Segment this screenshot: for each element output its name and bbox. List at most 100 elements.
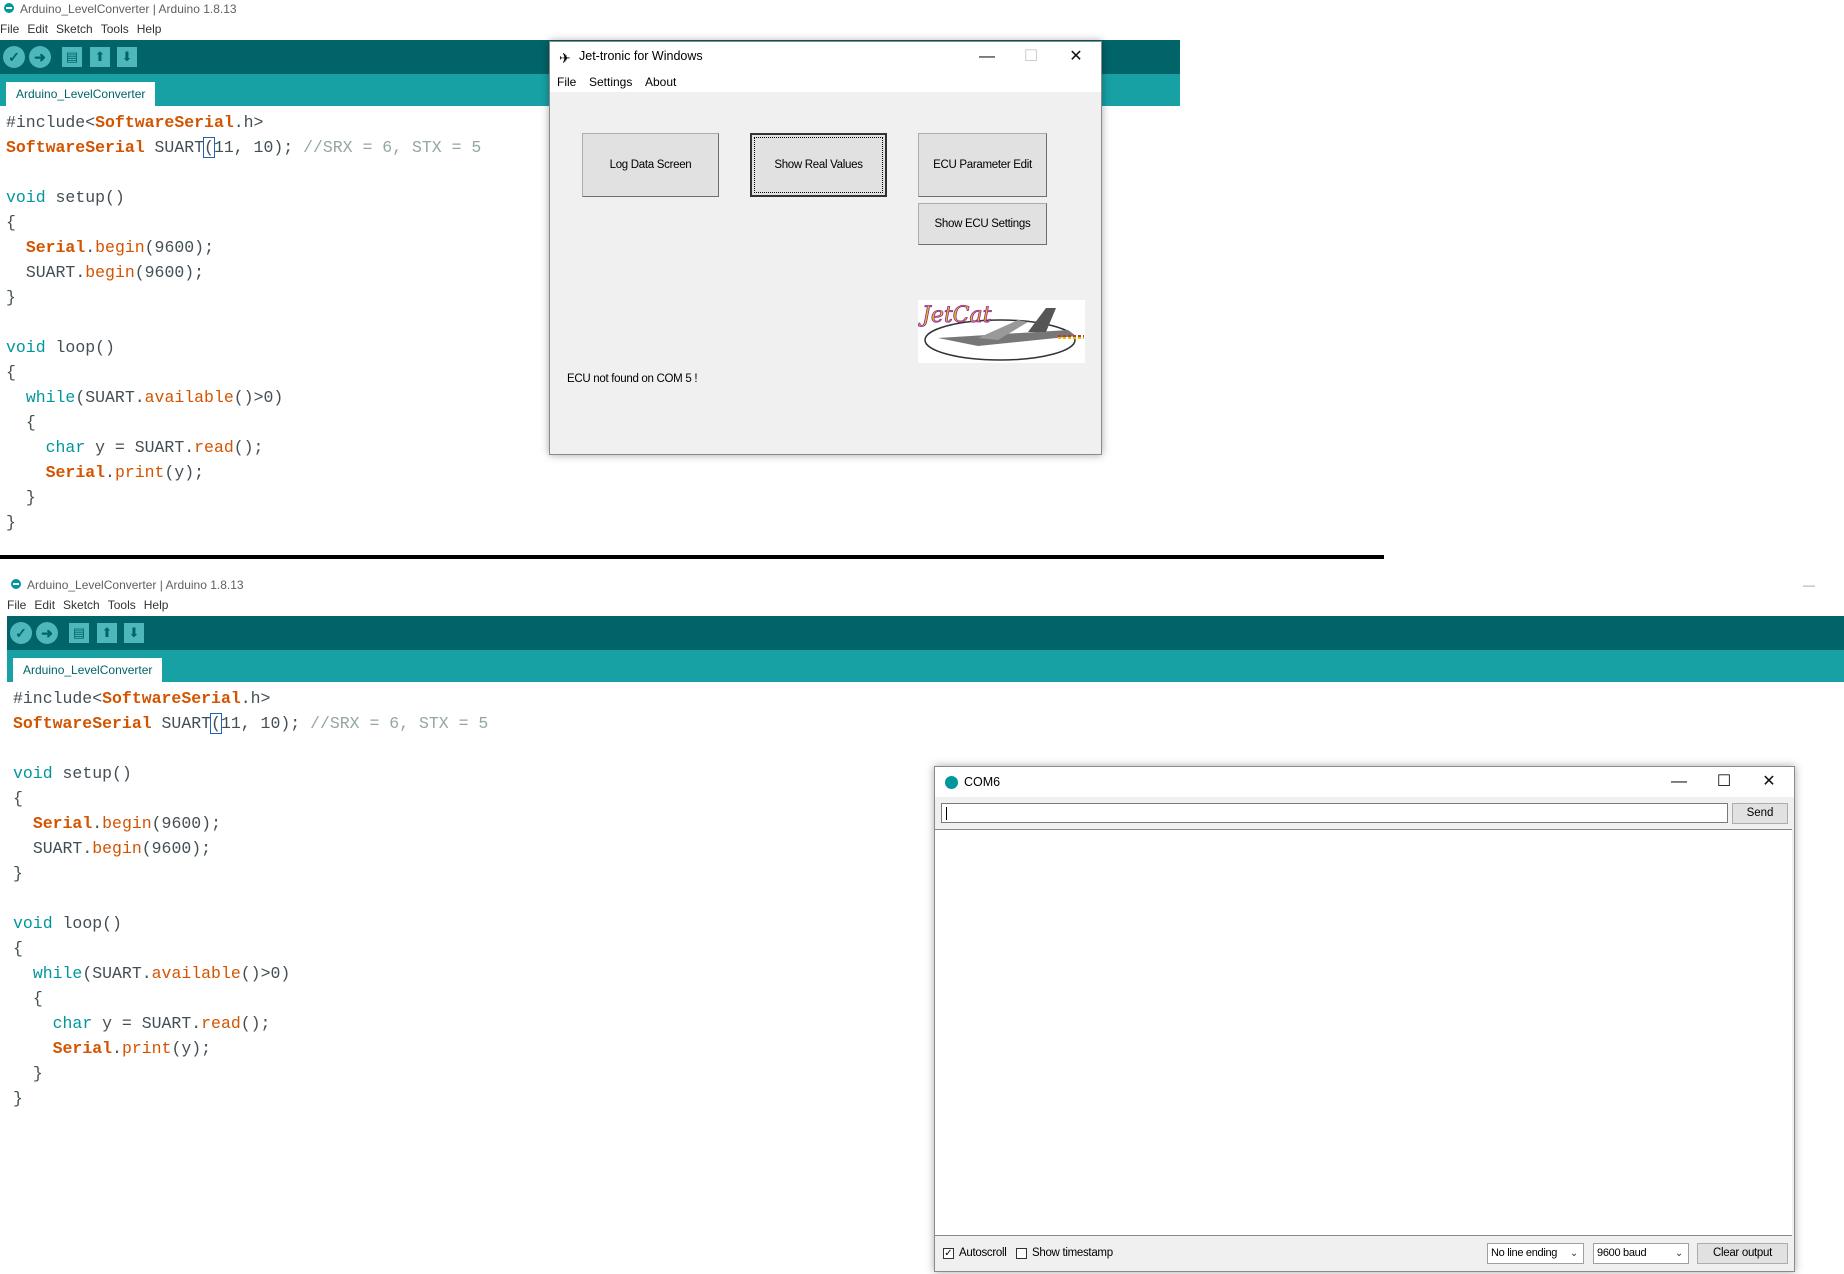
code-line: { — [25, 413, 36, 432]
baud-rate-value: 9600 baud — [1597, 1247, 1647, 1259]
menu-edit[interactable]: Edit — [27, 22, 48, 36]
screenshot-divider — [0, 555, 1384, 559]
ecu-parameter-edit-button[interactable]: ECU Parameter Edit — [918, 133, 1047, 197]
code-line: Serial.print(y); — [52, 1039, 212, 1058]
minimize-icon[interactable]: — — [1803, 576, 1815, 594]
menu-help[interactable]: Help — [144, 598, 169, 612]
menu-file[interactable]: File — [0, 22, 19, 36]
code-line: } — [6, 288, 16, 307]
close-icon[interactable]: ✕ — [1754, 771, 1784, 793]
menu-tools[interactable]: Tools — [101, 22, 129, 36]
clear-output-button[interactable]: Clear output — [1697, 1243, 1788, 1264]
open-icon[interactable]: ⬆ — [90, 47, 110, 67]
code-line: } — [13, 864, 23, 883]
upload-icon[interactable]: ➜ — [36, 622, 58, 644]
code-line: { — [13, 939, 23, 958]
jettronic-titlebar: ✈ Jet-tronic for Windows — ☐ ✕ — [550, 42, 1101, 72]
show-timestamp-label: Show timestamp — [1032, 1247, 1113, 1259]
code-line: Serial.print(y); — [45, 463, 205, 482]
tab-sketch[interactable]: Arduino_LevelConverter — [6, 82, 156, 106]
jetcat-logo: JetCat — [918, 300, 1085, 363]
code-line: } — [13, 1089, 23, 1108]
code-line: while(SUART.available()>0) — [25, 388, 284, 407]
text-caret — [946, 807, 947, 820]
line-ending-value: No line ending — [1491, 1247, 1558, 1259]
open-icon[interactable]: ⬆ — [97, 623, 117, 643]
close-icon[interactable]: ✕ — [1061, 46, 1091, 68]
menu-help[interactable]: Help — [137, 22, 162, 36]
code-line: } — [32, 1064, 43, 1083]
code-line: SUART.begin(9600); — [25, 263, 205, 282]
minimize-icon[interactable]: — — [972, 46, 1002, 68]
code-line: void setup() — [13, 764, 132, 783]
code-line: } — [25, 488, 36, 507]
jt-menu-about[interactable]: About — [645, 72, 676, 92]
arduino-logo-icon — [11, 579, 21, 589]
save-icon[interactable]: ⬇ — [124, 623, 144, 643]
serial-input[interactable] — [941, 803, 1728, 823]
autoscroll-checkbox[interactable]: ✓ — [943, 1248, 954, 1259]
code-line: SoftwareSerial SUART(11, 10); //SRX = 6,… — [13, 713, 489, 734]
plane-icon: ✈ — [559, 50, 571, 66]
menu-sketch[interactable]: Sketch — [56, 22, 93, 36]
code-editor[interactable]: #include<SoftwareSerial.h> SoftwareSeria… — [13, 686, 488, 1111]
chevron-down-icon: ⌄ — [1569, 1248, 1578, 1259]
send-button[interactable]: Send — [1732, 803, 1788, 824]
code-line: #include<SoftwareSerial.h> — [13, 689, 271, 708]
jettronic-title: Jet-tronic for Windows — [579, 49, 703, 63]
log-data-screen-button[interactable]: Log Data Screen — [582, 133, 719, 197]
code-line: SoftwareSerial SUART(11, 10); //SRX = 6,… — [6, 137, 482, 158]
show-timestamp-checkbox[interactable] — [1016, 1248, 1027, 1259]
save-icon[interactable]: ⬇ — [117, 47, 137, 67]
code-line: { — [32, 989, 43, 1008]
code-line: { — [6, 213, 16, 232]
code-line: { — [6, 363, 16, 382]
code-line: } — [6, 513, 16, 532]
jettronic-menubar: File Settings About — [550, 72, 1101, 92]
menu-file[interactable]: File — [7, 598, 26, 612]
code-line: Serial.begin(9600); — [25, 238, 214, 257]
maximize-icon[interactable]: ☐ — [1709, 771, 1739, 793]
code-line: { — [13, 789, 23, 808]
code-line: #include<SoftwareSerial.h> — [6, 113, 264, 132]
ide-menubar: File Edit Sketch Tools Help — [7, 596, 176, 614]
verify-icon[interactable]: ✓ — [3, 46, 25, 68]
serial-output[interactable] — [935, 829, 1792, 1236]
code-line: void setup() — [6, 188, 125, 207]
autoscroll-label: Autoscroll — [959, 1247, 1007, 1259]
code-editor[interactable]: #include<SoftwareSerial.h> SoftwareSeria… — [6, 110, 481, 535]
jetcat-logo-text: JetCat — [918, 303, 992, 328]
serial-monitor-title: COM6 — [964, 775, 1001, 789]
serial-monitor-footer: ✓ Autoscroll Show timestamp No line endi… — [935, 1236, 1794, 1270]
jt-menu-settings[interactable]: Settings — [589, 72, 632, 92]
code-line: char y = SUART.read(); — [45, 438, 264, 457]
code-line: Serial.begin(9600); — [32, 814, 221, 833]
new-icon[interactable]: ▤ — [62, 47, 82, 67]
new-icon[interactable]: ▤ — [69, 623, 89, 643]
show-real-values-button[interactable]: Show Real Values — [750, 133, 887, 197]
ide-menubar: File Edit Sketch Tools Help — [0, 20, 169, 38]
ide-title: Arduino_LevelConverter | Arduino 1.8.13 — [27, 578, 244, 592]
show-ecu-settings-button[interactable]: Show ECU Settings — [918, 203, 1047, 245]
arduino-logo-icon — [945, 776, 958, 789]
maximize-icon: ☐ — [1023, 48, 1039, 65]
upload-icon[interactable]: ➜ — [29, 46, 51, 68]
code-line: void loop() — [13, 914, 122, 933]
menu-sketch[interactable]: Sketch — [63, 598, 100, 612]
ide-titlebar: Arduino_LevelConverter | Arduino 1.8.13 — [0, 0, 1200, 18]
verify-icon[interactable]: ✓ — [10, 622, 32, 644]
chevron-down-icon: ⌄ — [1674, 1248, 1683, 1259]
baud-rate-select[interactable]: 9600 baud ⌄ — [1593, 1243, 1689, 1264]
ide-toolbar: ✓ ➜ ▤ ⬆ ⬇ — [7, 616, 1844, 650]
code-line: while(SUART.available()>0) — [32, 964, 291, 983]
ide-titlebar: Arduino_LevelConverter | Arduino 1.8.13 … — [7, 576, 1844, 594]
tab-sketch[interactable]: Arduino_LevelConverter — [13, 658, 163, 682]
minimize-icon[interactable]: — — [1664, 771, 1694, 793]
menu-edit[interactable]: Edit — [34, 598, 55, 612]
serial-monitor-window: COM6 — ☐ ✕ Send ✓ Autoscroll Show timest… — [934, 766, 1795, 1272]
jt-menu-file[interactable]: File — [557, 72, 576, 92]
line-ending-select[interactable]: No line ending ⌄ — [1487, 1243, 1584, 1264]
ide-title: Arduino_LevelConverter | Arduino 1.8.13 — [20, 2, 237, 16]
menu-tools[interactable]: Tools — [108, 598, 136, 612]
code-line: SUART.begin(9600); — [32, 839, 212, 858]
